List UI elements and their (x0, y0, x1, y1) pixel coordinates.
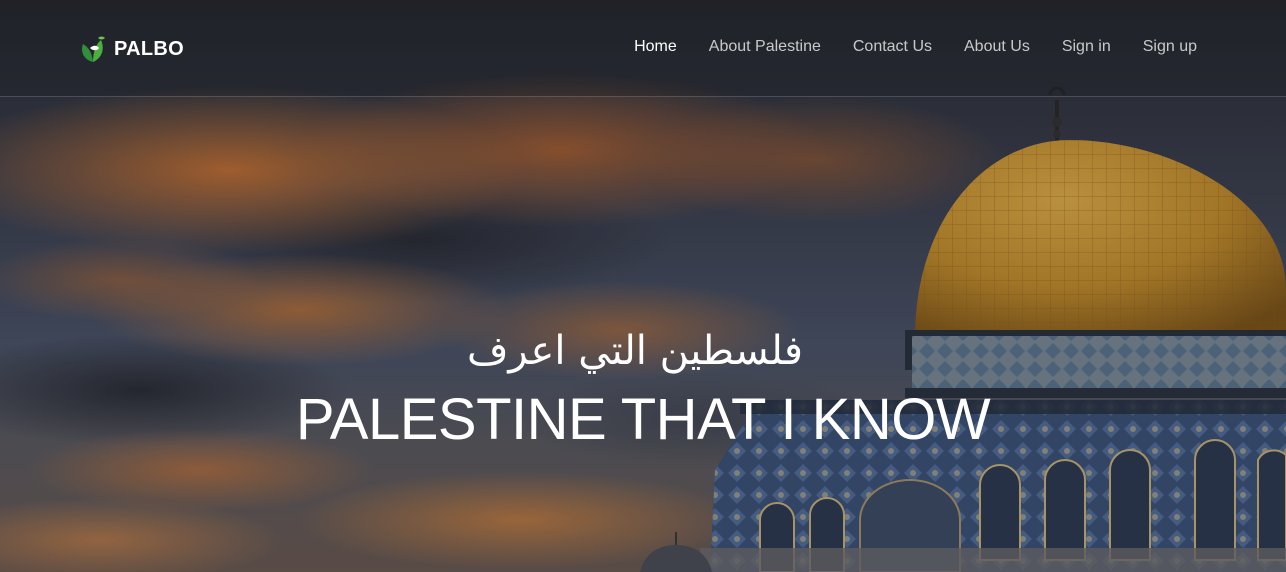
brand-name: PALBO (114, 37, 185, 60)
nav-contact-us-link[interactable]: Contact Us (853, 37, 932, 57)
hero-title-english: PALESTINE THAT I KNOW (295, 387, 991, 452)
nav-sign-up-link[interactable]: Sign up (1143, 37, 1197, 57)
nav-menu: Home About Palestine Contact Us About Us… (634, 37, 1197, 57)
olive-leaf-logo-icon (82, 36, 105, 62)
brand-home-link[interactable]: PALBO (78, 34, 184, 64)
nav-about-palestine-link[interactable]: About Palestine (709, 37, 821, 57)
nav-sign-in-link[interactable]: Sign in (1062, 37, 1111, 57)
top-navbar: PALBO Home About Palestine Contact Us Ab… (0, 0, 1286, 97)
hero-title-arabic: فلسطين التي اعرف (466, 328, 804, 374)
nav-home-link[interactable]: Home (634, 37, 677, 57)
nav-about-us-link[interactable]: About Us (964, 37, 1030, 57)
